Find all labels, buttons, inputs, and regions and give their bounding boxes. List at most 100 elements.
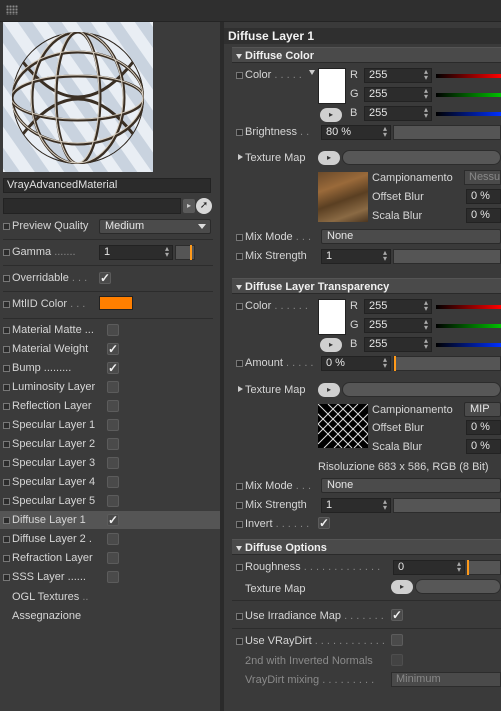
texture-map-expand-icon[interactable] [238, 154, 243, 160]
opt-texture-slot[interactable] [415, 579, 501, 594]
dc-color-mode-button[interactable]: ▸ [320, 108, 342, 122]
dc-mixmode-anim-toggle[interactable] [236, 234, 243, 241]
dc-r-slider[interactable] [436, 74, 501, 78]
dc-texture-menu-button[interactable]: ▸ [318, 151, 340, 165]
channel-checkbox[interactable] [107, 324, 119, 336]
irradiance-checkbox[interactable]: ✓ [391, 609, 403, 621]
channel-row[interactable]: Reflection Layer [0, 397, 220, 415]
pointer-pick-icon[interactable]: ➚ [196, 198, 212, 214]
channel-checkbox[interactable] [107, 495, 119, 507]
dc-offset-blur-input[interactable]: 0 % [466, 189, 501, 204]
texture-map-expand-icon[interactable] [238, 386, 243, 392]
channel-checkbox[interactable] [107, 476, 119, 488]
amount-slider[interactable] [393, 356, 501, 371]
amount-anim-toggle[interactable] [236, 360, 243, 367]
channel-row[interactable]: Material Matte ... [0, 321, 220, 339]
channel-anim-toggle[interactable] [3, 365, 10, 372]
brightness-anim-toggle[interactable] [236, 129, 243, 136]
channel-checkbox[interactable] [107, 457, 119, 469]
roughness-input[interactable]: 0 ▴ ▾ [393, 560, 465, 575]
tr-campionamento-dropdown[interactable]: MIP [464, 402, 501, 417]
roughness-anim-toggle[interactable] [236, 564, 243, 571]
dc-mixstrength-anim-toggle[interactable] [236, 253, 243, 260]
mtlid-color-swatch[interactable] [99, 296, 133, 310]
tr-mixstrength-anim-toggle[interactable] [236, 502, 243, 509]
dc-b-input[interactable]: 255 ▴ ▾ [364, 106, 432, 121]
channel-checkbox[interactable] [107, 571, 119, 583]
channel-row[interactable]: Specular Layer 3 [0, 454, 220, 472]
dc-scala-blur-input[interactable]: 0 % [466, 208, 501, 223]
dc-g-input[interactable]: 255 ▴ ▾ [364, 87, 432, 102]
dc-mix-strength-input[interactable]: 1 ▴ ▾ [321, 249, 391, 264]
dc-mix-strength-slider[interactable] [393, 249, 501, 264]
channel-checkbox[interactable]: ✓ [107, 514, 119, 526]
tr-mix-strength-input[interactable]: 1 ▴ ▾ [321, 498, 391, 513]
opt-texture-menu-button[interactable]: ▸ [391, 580, 413, 594]
transparency-header[interactable]: Diffuse Layer Transparency [232, 278, 501, 294]
tr-texture-slot[interactable] [342, 382, 501, 397]
dc-campionamento-dropdown[interactable]: Nessu [464, 170, 501, 185]
material-name-field[interactable]: VrayAdvancedMaterial [3, 178, 211, 193]
tr-g-slider[interactable] [436, 324, 501, 328]
channel-row[interactable]: Specular Layer 5 [0, 492, 220, 510]
vraydirt-anim-toggle[interactable] [236, 638, 243, 645]
dc-b-slider[interactable] [436, 112, 501, 116]
channel-checkbox[interactable]: ✓ [107, 343, 119, 355]
tr-scala-blur-input[interactable]: 0 % [466, 439, 501, 454]
vraydirt-mixing-dropdown[interactable]: Minimum [391, 672, 501, 687]
irradiance-anim-toggle[interactable] [236, 613, 243, 620]
tr-mix-strength-slider[interactable] [393, 498, 501, 513]
channel-row[interactable]: Refraction Layer [0, 549, 220, 567]
gamma-slider-handle[interactable] [190, 245, 192, 260]
invert-anim-toggle[interactable] [236, 521, 243, 528]
tr-b-slider[interactable] [436, 343, 501, 347]
gamma-anim-toggle[interactable] [3, 249, 10, 256]
gamma-input[interactable]: 1 ▴ ▾ [99, 245, 173, 260]
invert-checkbox[interactable]: ✓ [318, 517, 330, 529]
vraydirt-checkbox[interactable] [391, 634, 403, 646]
channel-row[interactable]: Material Weight ✓ [0, 340, 220, 358]
assegnazione-label[interactable]: Assegnazione [12, 610, 81, 623]
channel-anim-toggle[interactable] [3, 479, 10, 486]
mtlid-anim-toggle[interactable] [3, 301, 10, 308]
tr-texture-menu-button[interactable]: ▸ [318, 383, 340, 397]
dc-r-input[interactable]: 255 ▴ ▾ [364, 68, 432, 83]
tr-color-mode-button[interactable]: ▸ [320, 338, 342, 352]
tr-r-slider[interactable] [436, 305, 501, 309]
channel-row[interactable]: Specular Layer 4 [0, 473, 220, 491]
preview-quality-anim-toggle[interactable] [3, 223, 10, 230]
roughness-slider[interactable] [467, 560, 501, 575]
tr-r-input[interactable]: 255 ▴ ▾ [364, 299, 432, 314]
channel-row[interactable]: Diffuse Layer 2 . [0, 530, 220, 548]
channel-anim-toggle[interactable] [3, 327, 10, 334]
diffuse-color-header[interactable]: Diffuse Color [232, 47, 501, 63]
amount-input[interactable]: 0 % ▴ ▾ [321, 356, 391, 371]
dc-texture-slot[interactable] [342, 150, 501, 165]
inverted-normals-checkbox[interactable] [391, 654, 403, 666]
ogl-textures-label[interactable]: OGL Textures .. [12, 591, 88, 604]
brightness-slider[interactable] [393, 125, 501, 140]
channel-anim-toggle[interactable] [3, 346, 10, 353]
channel-anim-toggle[interactable] [3, 422, 10, 429]
channel-row[interactable]: Specular Layer 2 [0, 435, 220, 453]
grip-icon[interactable] [6, 5, 18, 15]
dc-color-swatch[interactable] [318, 68, 346, 104]
channel-checkbox[interactable] [107, 552, 119, 564]
dc-color-anim-toggle[interactable] [236, 72, 243, 79]
channel-row[interactable]: Luminosity Layer [0, 378, 220, 396]
gamma-slider[interactable] [175, 245, 195, 260]
material-preview[interactable] [3, 22, 153, 172]
channel-anim-toggle[interactable] [3, 574, 10, 581]
overridable-anim-toggle[interactable] [3, 275, 10, 282]
spinner-icon[interactable]: ▴ ▾ [165, 245, 169, 259]
tr-g-input[interactable]: 255 ▴ ▾ [364, 318, 432, 333]
channel-anim-toggle[interactable] [3, 536, 10, 543]
channel-checkbox[interactable]: ✓ [107, 362, 119, 374]
roughness-slider-handle[interactable] [467, 560, 469, 575]
channel-row[interactable]: Specular Layer 1 [0, 416, 220, 434]
tr-mix-mode-dropdown[interactable]: None [321, 478, 501, 493]
channel-checkbox[interactable] [107, 533, 119, 545]
channel-checkbox[interactable] [107, 438, 119, 450]
channel-checkbox[interactable] [107, 419, 119, 431]
channel-row[interactable]: Bump ......... ✓ [0, 359, 220, 377]
